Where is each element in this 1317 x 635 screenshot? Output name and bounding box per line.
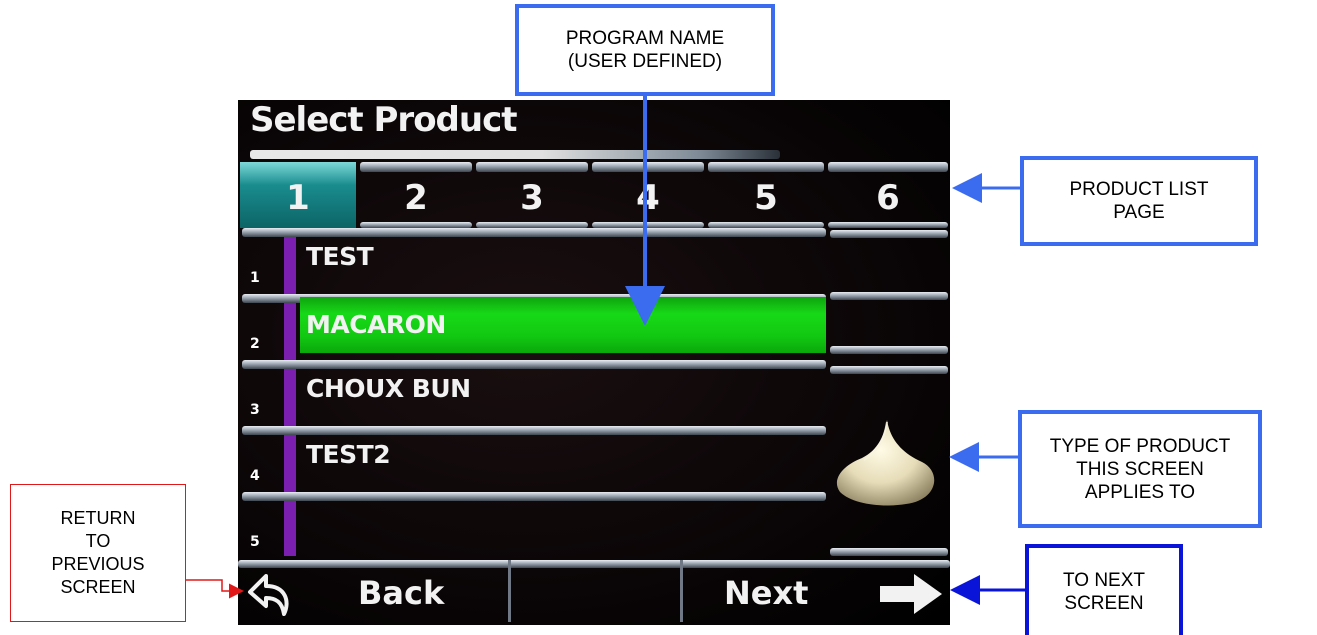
callout-product-list-page: PRODUCT LIST PAGE xyxy=(1020,156,1258,246)
callout-program-name: PROGRAM NAME (USER DEFINED) xyxy=(515,4,775,96)
callout-next: TO NEXT SCREEN xyxy=(1025,544,1183,635)
callout-product-type: TYPE OF PRODUCT THIS SCREEN APPLIES TO xyxy=(1018,410,1262,528)
return-arrow xyxy=(186,579,244,599)
callout-return: RETURN TO PREVIOUS SCREEN xyxy=(10,484,186,622)
